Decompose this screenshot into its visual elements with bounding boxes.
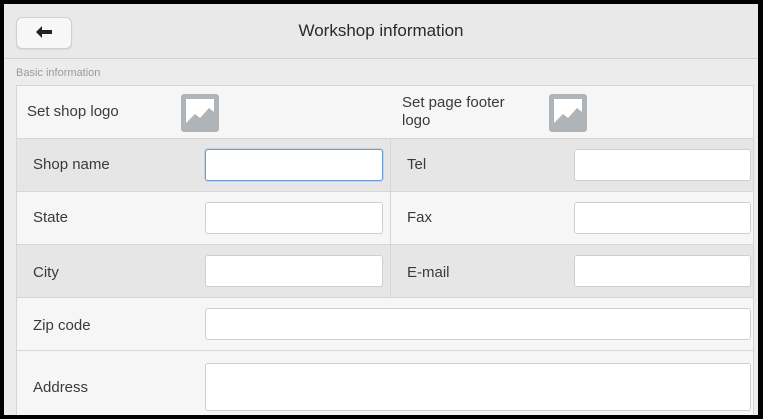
shop-logo-label: Set shop logo [27, 103, 119, 120]
city-label: City [33, 264, 59, 281]
column-divider [390, 192, 391, 244]
form-panel: Set shop logo Set page footer logo Shop … [16, 85, 754, 415]
fax-label: Fax [407, 209, 433, 226]
city-input[interactable] [205, 255, 383, 287]
state-input[interactable] [205, 202, 383, 234]
zip-input[interactable] [205, 308, 751, 340]
address-input[interactable] [205, 363, 751, 411]
screen: Workshop information Basic information S… [4, 4, 758, 415]
page-title: Workshop information [298, 21, 464, 40]
column-divider [390, 245, 391, 297]
top-bar: Workshop information [4, 4, 758, 59]
section-label: Basic information [16, 67, 101, 79]
tel-label: Tel [407, 156, 427, 173]
city-row: City E-mail [17, 245, 753, 298]
tel-input[interactable] [574, 149, 751, 181]
logo-row: Set shop logo Set page footer logo [17, 86, 753, 139]
email-label: E-mail [407, 264, 450, 281]
shop-logo-image-icon[interactable] [181, 94, 219, 132]
fax-input[interactable] [574, 202, 751, 234]
email-input[interactable] [574, 255, 751, 287]
shop-name-label: Shop name [33, 156, 110, 173]
shop-name-row: Shop name Tel [17, 139, 753, 192]
zip-label: Zip code [33, 317, 91, 334]
zip-row: Zip code [17, 298, 753, 351]
state-row: State Fax [17, 192, 753, 245]
address-row: Address [17, 351, 753, 415]
column-divider [390, 139, 391, 191]
footer-logo-label: Set page footer logo [402, 94, 505, 129]
address-label: Address [33, 379, 89, 396]
footer-logo-image-icon[interactable] [549, 94, 587, 132]
shop-name-input[interactable] [205, 149, 383, 181]
state-label: State [33, 209, 69, 226]
